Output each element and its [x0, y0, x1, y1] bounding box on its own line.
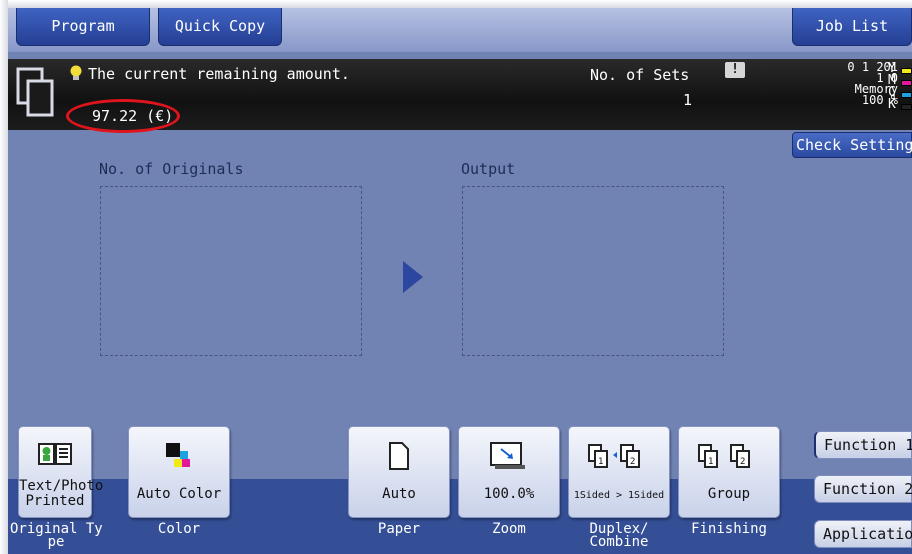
color-value: Auto Color — [136, 486, 222, 502]
color-button[interactable]: Auto Color — [128, 426, 230, 518]
finishing-icon: 1 2 — [698, 444, 750, 468]
tab-quick-copy[interactable]: Quick Copy — [158, 8, 282, 46]
finishing-value: Group — [707, 486, 751, 502]
svg-text:1: 1 — [598, 457, 603, 467]
output-label: Output — [461, 160, 516, 178]
book-icon — [38, 443, 72, 465]
originals-label: No. of Originals — [99, 160, 244, 178]
finishing-caption: Finishing — [691, 521, 767, 537]
function-2-tab[interactable]: Function 2 — [814, 475, 912, 503]
toner-letter-k: K — [888, 97, 896, 112]
paper-button[interactable]: Auto — [348, 426, 450, 518]
zoom-button[interactable]: 100.0% — [458, 426, 560, 518]
duplex-icon: 1 2 — [588, 444, 640, 468]
document-icon — [16, 67, 54, 117]
original-type-value: Text/Photo Printed — [19, 478, 104, 509]
arrow-right-icon — [403, 261, 423, 293]
check-setting-button[interactable]: Check Setting — [792, 132, 912, 158]
toner-levels — [901, 68, 912, 116]
toner-bar-magenta — [901, 80, 912, 86]
frame-left — [0, 0, 8, 554]
copy-screen: Program Quick Copy Job List The current … — [8, 8, 912, 554]
paper-value: Auto — [382, 486, 416, 502]
lightbulb-icon — [70, 65, 82, 80]
color-caption: Color — [157, 521, 201, 537]
top-bar: Program Quick Copy Job List — [8, 8, 912, 52]
duplex-combine-button[interactable]: 1 2 1Sided > 1Sided — [568, 426, 670, 518]
zoom-caption: Zoom — [492, 521, 526, 537]
application-tab[interactable]: Application — [814, 520, 912, 548]
output-area — [462, 186, 724, 356]
sets-value: 1 — [682, 91, 692, 109]
counter-readout: 0 1 201 1 0 Memory 100 % — [847, 60, 898, 107]
svg-text:2: 2 — [740, 457, 745, 467]
originals-area — [100, 186, 362, 356]
toner-bar-cyan — [901, 92, 912, 98]
original-type-caption: Original Ty pe — [10, 521, 103, 550]
svg-text:2: 2 — [630, 457, 635, 467]
warning-icon[interactable]: ! — [725, 62, 745, 78]
job-list-button[interactable]: Job List — [792, 8, 912, 46]
status-message: The current remaining amount. — [88, 65, 350, 83]
toner-letters: Y M C K — [888, 62, 900, 112]
toner-bar-yellow — [901, 68, 912, 74]
zoom-icon — [490, 442, 525, 469]
svg-text:1: 1 — [708, 457, 713, 467]
paper-sheet-icon — [389, 442, 409, 470]
toner-bar-black — [901, 104, 912, 110]
duplex-caption: Duplex/ Combine — [589, 521, 649, 550]
frame-top — [0, 0, 912, 8]
original-type-button[interactable]: Text/Photo Printed — [18, 426, 104, 518]
tab-program[interactable]: Program — [16, 8, 150, 46]
status-panel: The current remaining amount. 97.22 (€) … — [8, 59, 912, 133]
function-1-tab[interactable]: Function 1 — [814, 431, 912, 459]
sets-label: No. of Sets — [590, 66, 690, 84]
finishing-button[interactable]: 1 2 Group — [678, 426, 780, 518]
highlight-circle — [66, 99, 180, 133]
color-squares-icon — [166, 443, 190, 467]
duplex-value: 1Sided > 1Sided — [573, 490, 665, 501]
paper-caption: Paper — [377, 521, 421, 537]
zoom-value: 100.0% — [483, 486, 535, 502]
